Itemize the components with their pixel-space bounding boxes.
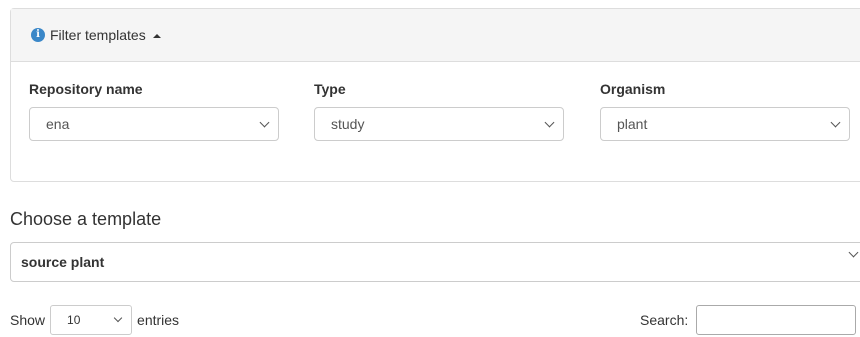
organism-select[interactable]: plant xyxy=(600,107,850,141)
repository-field: Repository name ena xyxy=(29,81,279,141)
entries-label: entries xyxy=(137,312,180,328)
entries-length-control: Show 10 entries xyxy=(10,305,179,335)
repository-select[interactable]: ena xyxy=(29,107,279,141)
type-value: study xyxy=(331,116,365,132)
table-search: Search: xyxy=(640,305,857,335)
caret-up-icon xyxy=(152,33,161,38)
type-select[interactable]: study xyxy=(314,107,564,141)
show-label: Show xyxy=(10,312,46,328)
type-field: Type study xyxy=(314,81,564,141)
template-selected-value: source plant xyxy=(21,254,105,270)
chevron-down-icon xyxy=(544,117,555,127)
chevron-down-icon xyxy=(259,117,270,127)
choose-template-heading: Choose a template xyxy=(10,209,162,229)
chevron-down-icon xyxy=(830,117,841,127)
filter-panel: i Filter templates Repository name ena T… xyxy=(10,8,860,182)
organism-value: plant xyxy=(617,116,648,132)
info-icon: i xyxy=(31,28,45,42)
search-input[interactable] xyxy=(696,305,857,335)
organism-label: Organism xyxy=(600,81,666,97)
repository-label: Repository name xyxy=(29,81,143,97)
type-label: Type xyxy=(314,81,346,97)
page-length-value: 10 xyxy=(67,313,81,327)
repository-value: ena xyxy=(46,116,70,132)
template-select[interactable]: source plant xyxy=(10,242,860,282)
search-label: Search: xyxy=(640,312,689,328)
filter-body: Repository name ena Type study Organism … xyxy=(11,62,860,182)
chevron-down-icon xyxy=(113,313,123,323)
page: i Filter templates Repository name ena T… xyxy=(0,0,860,337)
filter-toggle[interactable]: i Filter templates xyxy=(11,9,860,62)
page-length-select[interactable]: 10 xyxy=(50,305,133,335)
organism-field: Organism plant xyxy=(600,81,850,141)
filter-title: Filter templates xyxy=(50,27,146,43)
